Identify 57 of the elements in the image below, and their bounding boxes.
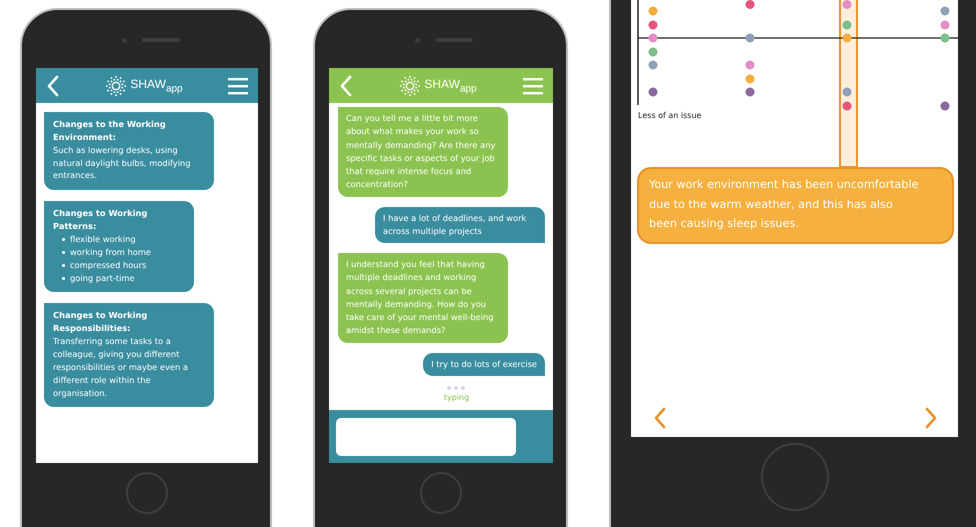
bullet-text: going part-time bbox=[70, 272, 135, 284]
logo-icon bbox=[399, 74, 422, 96]
next-button[interactable] bbox=[924, 407, 938, 429]
menu-icon[interactable] bbox=[523, 76, 543, 94]
insight-callout: Your work environment has been uncomfortable due to the warm weather, and this has also been causing sleep issues. bbox=[637, 167, 954, 244]
plot-dot bbox=[842, 102, 852, 110]
plot-dot bbox=[746, 88, 754, 96]
home-button[interactable] bbox=[420, 472, 462, 514]
bullet-icon bbox=[62, 250, 65, 254]
plot-dot bbox=[940, 20, 950, 30]
plot-dot bbox=[648, 88, 658, 96]
card-title: Changes to the Working Environment: bbox=[53, 118, 167, 144]
message-input[interactable] bbox=[336, 418, 516, 456]
plot-dot bbox=[648, 48, 658, 56]
chevron-left-icon bbox=[653, 407, 667, 429]
plot-dot bbox=[648, 34, 658, 42]
plot-dot bbox=[940, 6, 950, 16]
typing-dots-icon bbox=[447, 386, 466, 390]
menu-icon[interactable] bbox=[228, 76, 248, 94]
bot-message: Can you tell me a little bit more about what makes your work so mentally demanding? Are there any specific tasks or aspects of your job that require intense focus and concentration? bbox=[338, 107, 508, 197]
plot-dot bbox=[842, 88, 852, 96]
plot-dot bbox=[746, 60, 754, 70]
card-text: Transferring some tasks to a colleague, giving you different responsibilities or maybe even a different role within the organisation. bbox=[53, 335, 189, 400]
user-message: I have a lot of deadlines, and work across multiple projects bbox=[375, 206, 545, 244]
bullet-icon bbox=[62, 238, 65, 241]
axis-label: Less of an issue bbox=[638, 111, 702, 120]
card-title: Changes to Working Responsibilities: bbox=[53, 309, 148, 336]
home-button[interactable] bbox=[760, 443, 828, 511]
plot-dot bbox=[746, 0, 754, 9]
bullet-text: working from home bbox=[70, 246, 152, 259]
card-title: Changes to Working Patterns: bbox=[53, 207, 148, 234]
user-message: I try to do lots of exercise bbox=[423, 352, 545, 376]
bot-message: I understand you feel that having multiple deadlines and working across several projects can be mentally demanding. How do you take care of your mental well-being amidst these demands? bbox=[338, 253, 508, 343]
plot-dot bbox=[842, 20, 852, 30]
plot-dot bbox=[746, 34, 754, 42]
plot-dot bbox=[648, 6, 658, 16]
back-icon bbox=[339, 74, 353, 96]
back-icon bbox=[46, 74, 60, 96]
plot-dot bbox=[940, 34, 950, 42]
app-logo: SHAW$_{app}$ bbox=[424, 76, 477, 94]
bullet-icon bbox=[62, 264, 65, 267]
plot-dot bbox=[746, 74, 754, 84]
plot-dot bbox=[648, 60, 658, 70]
bullet-icon bbox=[62, 276, 65, 280]
typing-indicator: typing bbox=[444, 392, 470, 402]
chevron-right-icon bbox=[924, 407, 938, 429]
card-text: Such as lowering desks, using natural daylight bulbs, modifying entrances. bbox=[53, 144, 192, 182]
plot-dot bbox=[940, 102, 950, 110]
home-button[interactable] bbox=[126, 472, 168, 514]
logo-icon bbox=[105, 74, 128, 96]
app-logo: SHAW$_{app}$ bbox=[130, 76, 183, 94]
plot-dot bbox=[842, 0, 852, 9]
bullet-text: compressed hours bbox=[70, 258, 146, 272]
plot-dot bbox=[648, 20, 658, 30]
plot-dot bbox=[842, 34, 852, 42]
bullet-text: flexible working bbox=[70, 233, 136, 246]
previous-button[interactable] bbox=[653, 407, 667, 429]
